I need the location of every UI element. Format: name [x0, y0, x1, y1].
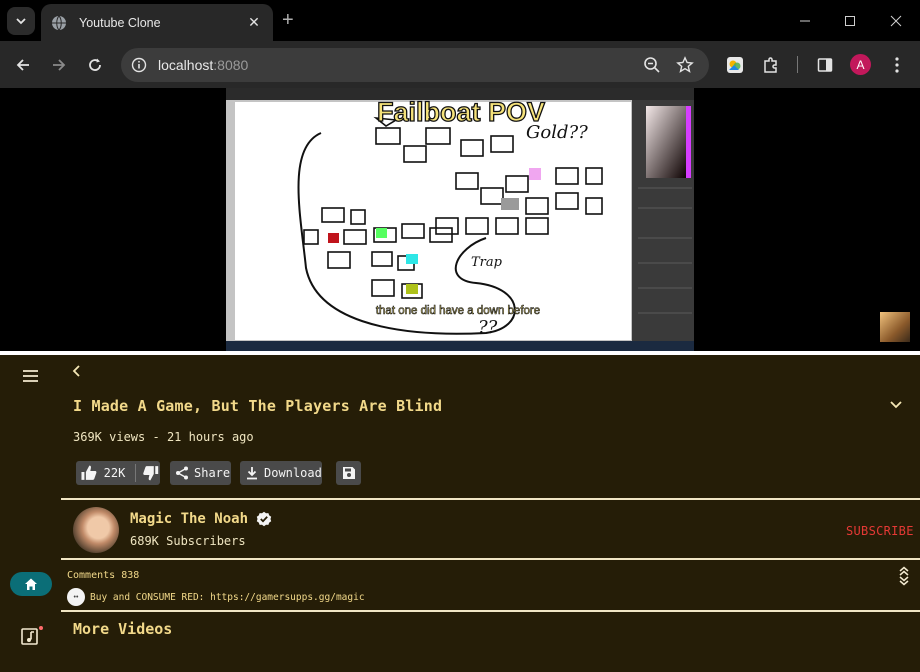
video-player[interactable]: Gold?? Trap ?? Failboat POV that one did… — [0, 88, 920, 351]
chevron-down-icon — [16, 18, 26, 25]
top-comment[interactable]: •• Buy and CONSUME RED: https://gamersup… — [67, 588, 365, 606]
forward-arrow-icon[interactable] — [46, 52, 72, 78]
puzzle-icon[interactable] — [760, 54, 782, 76]
channel-name[interactable]: Magic The Noah — [130, 511, 248, 527]
sketch-label-trap: Trap — [471, 255, 503, 270]
miniplayer-thumbnail[interactable] — [880, 312, 910, 342]
reload-icon[interactable] — [82, 52, 108, 78]
share-label: Share — [194, 466, 231, 480]
channel-name-row[interactable]: Magic The Noah — [130, 511, 272, 527]
close-icon[interactable]: ✕ — [245, 14, 263, 31]
toolbar-separator — [797, 56, 798, 73]
chevron-left-icon[interactable] — [72, 364, 82, 380]
plus-icon[interactable]: + — [282, 10, 294, 30]
kebab-icon[interactable] — [886, 54, 908, 76]
subscribe-button[interactable]: SUBSCRIBE — [846, 524, 914, 538]
download-icon — [247, 467, 257, 480]
video-title: I Made A Game, But The Players Are Blind — [73, 397, 443, 415]
browser-toolbar: localhost:8080 A — [0, 41, 920, 88]
view-count: 369K views — [73, 430, 146, 444]
star-icon[interactable] — [676, 56, 694, 74]
profile-avatar[interactable]: A — [850, 54, 871, 75]
channel-avatar[interactable] — [73, 507, 119, 553]
sidepanel-icon[interactable] — [814, 54, 836, 76]
video-meta: 369K views - 21 hours ago — [73, 430, 254, 444]
sketch-label-question: ?? — [478, 317, 498, 338]
share-button[interactable]: Share — [170, 461, 231, 485]
tab-search-button[interactable] — [7, 7, 35, 35]
hamburger-icon[interactable] — [20, 367, 42, 385]
save-button[interactable] — [336, 461, 361, 485]
home-icon — [25, 578, 37, 590]
nav-home-button[interactable] — [10, 572, 52, 596]
thumbs-down-icon[interactable] — [142, 464, 160, 482]
download-button[interactable]: Download — [240, 461, 322, 485]
close-window-icon[interactable] — [873, 0, 919, 41]
url-host: localhost — [158, 57, 214, 73]
minimize-icon[interactable] — [782, 0, 828, 41]
address-bar[interactable]: localhost:8080 — [121, 48, 709, 82]
subscriber-count: 689K Subscribers — [130, 534, 246, 548]
extension-icon[interactable] — [724, 54, 746, 76]
player-divider — [0, 351, 920, 355]
upload-age: 21 hours ago — [166, 430, 254, 444]
video-overlay-title: Failboat POV — [377, 97, 545, 127]
music-library-icon[interactable] — [20, 625, 44, 647]
comments-count: 838 — [121, 570, 140, 581]
comments-label: Comments — [67, 570, 116, 581]
comment-text: Buy and CONSUME RED: https://gamersupps.… — [90, 591, 365, 603]
globe-icon — [52, 15, 66, 30]
url-port: :8080 — [213, 57, 249, 73]
commenter-avatar: •• — [67, 588, 85, 606]
page-content: Gold?? Trap ?? Failboat POV that one did… — [0, 88, 920, 672]
video-frame[interactable]: Gold?? Trap ?? Failboat POV that one did… — [226, 88, 694, 351]
tab-strip: Youtube Clone ✕ + — [0, 0, 920, 41]
download-label: Download — [264, 466, 322, 480]
back-arrow-icon[interactable] — [10, 52, 36, 78]
more-videos-heading: More Videos — [73, 620, 173, 638]
share-icon — [176, 466, 188, 480]
thumbs-up-icon[interactable] — [80, 464, 98, 482]
info-icon[interactable] — [131, 57, 147, 73]
tab-title: Youtube Clone — [79, 15, 161, 30]
browser-tab[interactable]: Youtube Clone ✕ — [41, 4, 273, 41]
like-dislike-group: 22K — [76, 461, 160, 485]
like-divider — [135, 464, 137, 482]
comments-header[interactable]: Comments 838 — [67, 570, 139, 581]
video-caption: that one did have a down before — [376, 305, 540, 317]
video-actions: 22K Share Download — [76, 461, 361, 485]
section-divider — [61, 610, 920, 612]
section-divider — [61, 558, 920, 560]
expand-collapse-icon[interactable] — [898, 566, 910, 586]
url-text[interactable]: localhost:8080 — [158, 57, 248, 73]
save-icon — [342, 467, 355, 479]
chevron-down-icon[interactable] — [890, 397, 902, 415]
verified-icon — [256, 511, 272, 527]
maximize-icon[interactable] — [827, 0, 873, 41]
like-count[interactable]: 22K — [104, 466, 126, 480]
section-divider — [61, 498, 920, 500]
meta-separator: - — [145, 430, 167, 444]
zoom-out-icon[interactable] — [643, 56, 661, 74]
